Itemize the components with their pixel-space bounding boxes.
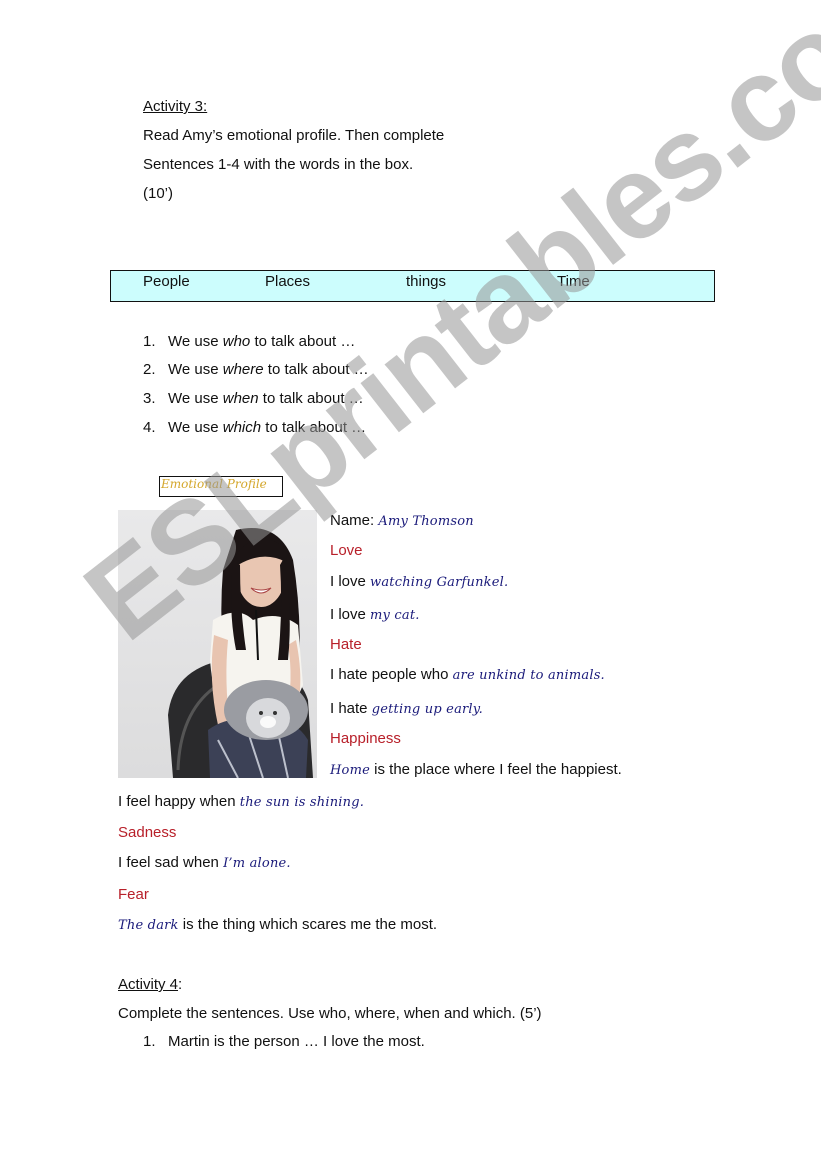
word-box: People Places things Time: [110, 270, 715, 302]
word-people: People: [143, 273, 190, 290]
sadness-line: I feel sad when I’m alone.: [118, 854, 291, 871]
sentence-item: 4. We use which to talk about …: [143, 419, 367, 436]
handwritten-answer: getting up early.: [371, 702, 483, 717]
love-line-1: I love watching Garfunkel.: [330, 573, 509, 590]
handwritten-answer: are unkind to animals.: [452, 668, 605, 683]
activity4-item: 1. Martin is the person … I love the most…: [143, 1033, 425, 1050]
handwritten-answer: I’m alone.: [223, 856, 291, 871]
fear-heading: Fear: [118, 886, 149, 903]
amy-photo: [118, 510, 317, 778]
word-things: things: [406, 273, 447, 290]
happiness-line-1: Home is the place where I feel the happi…: [330, 761, 622, 778]
sentence-item: 2. We use where to talk about …: [143, 361, 369, 378]
sentence-item: 3. We use when to talk about …: [143, 390, 364, 407]
activity4-heading: Activity 4:: [118, 976, 183, 993]
activity3-instruction-line2: Sentences 1-4 with the words in the box.: [143, 156, 414, 173]
hate-line-1: I hate people who are unkind to animals.: [330, 666, 605, 683]
emotional-profile-title: Emotional Profile: [161, 477, 267, 491]
relative-pronoun: when: [222, 390, 259, 407]
happiness-line-2: I feel happy when the sun is shining.: [118, 793, 365, 810]
hate-heading: Hate: [330, 636, 362, 653]
sadness-heading: Sadness: [118, 824, 177, 841]
handwritten-answer: Home: [330, 763, 370, 778]
love-line-2: I love my cat.: [330, 606, 420, 623]
photo-illustration: [168, 528, 313, 778]
relative-pronoun: where: [222, 361, 264, 378]
word-places: Places: [265, 273, 311, 290]
activity3-heading: Activity 3:: [143, 98, 208, 115]
relative-pronoun: which: [222, 419, 262, 436]
handwritten-answer: my cat.: [370, 608, 420, 623]
word-time: Time: [557, 273, 590, 290]
handwritten-answer: Amy Thomson: [378, 514, 474, 529]
activity4-instruction: Complete the sentences. Use who, where, …: [118, 1005, 542, 1022]
handwritten-answer: the sun is shining.: [239, 795, 365, 810]
handwritten-answer: The dark: [118, 918, 179, 933]
fear-line: The dark is the thing which scares me th…: [118, 916, 438, 933]
emotional-profile-title-box: Emotional Profile: [159, 476, 283, 497]
profile-name-line: Name: Amy Thomson: [330, 512, 474, 529]
relative-pronoun: who: [222, 333, 251, 350]
happiness-heading: Happiness: [330, 730, 401, 747]
handwritten-answer: watching Garfunkel.: [370, 575, 509, 590]
activity3-instruction-line1: Read Amy’s emotional profile. Then compl…: [143, 127, 445, 144]
sentence-item: 1. We use who to talk about …: [143, 333, 356, 350]
hate-line-2: I hate getting up early.: [330, 700, 483, 717]
activity3-time: (10’): [143, 185, 174, 202]
love-heading: Love: [330, 542, 363, 559]
